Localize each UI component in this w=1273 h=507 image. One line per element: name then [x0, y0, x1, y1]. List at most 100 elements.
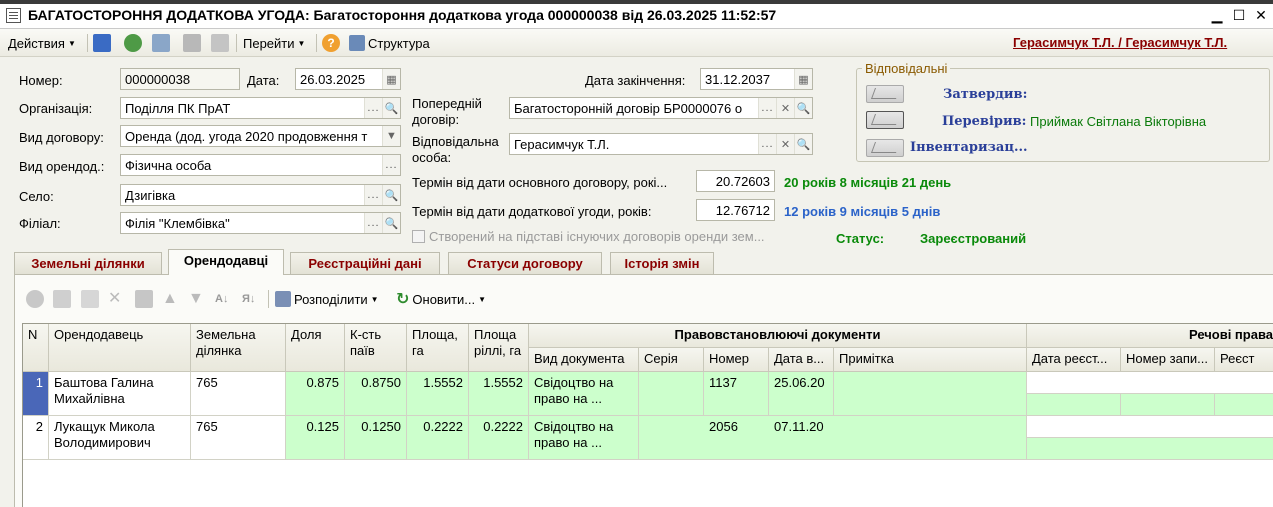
column-header-note[interactable]: Примітка — [834, 348, 1027, 372]
column-header-reg-date[interactable]: Дата реєст... — [1027, 348, 1121, 372]
table-row-number[interactable]: 2 — [23, 416, 49, 460]
column-header-series[interactable]: Серія — [639, 348, 704, 372]
table-cell-doc-type[interactable]: Свідоцтво на право на ... — [529, 416, 639, 460]
reread-button[interactable] — [124, 34, 142, 52]
minimize-button[interactable]: ▁ — [1206, 4, 1228, 26]
search-icon[interactable]: 🔍 — [382, 98, 400, 118]
select-ellipsis-icon[interactable]: ... — [758, 134, 776, 154]
goto-menu[interactable]: Перейти ▼ — [243, 34, 305, 52]
table-cell-lessor[interactable]: Лукащук Микола Володимирович — [49, 416, 191, 460]
search-icon[interactable]: 🔍 — [794, 98, 812, 118]
table-row-number[interactable]: 1 — [23, 372, 49, 416]
column-header-shares-count[interactable]: К-сть паїв — [345, 324, 407, 372]
column-header-plot[interactable]: Земельна ділянка — [191, 324, 286, 372]
column-header-lessor[interactable]: Орендодавець — [49, 324, 191, 372]
checkbox-box[interactable] — [412, 230, 425, 243]
column-header-registry[interactable]: Реєст — [1215, 348, 1273, 372]
copy-button[interactable] — [152, 34, 170, 52]
tab-registration-data[interactable]: Реєстраційні дані — [290, 252, 440, 274]
column-header-date-issued[interactable]: Дата в... — [769, 348, 834, 372]
search-icon[interactable]: 🔍 — [382, 213, 400, 233]
refresh-button[interactable]: ↻ Оновити... ▼ — [396, 290, 486, 308]
table-cell-series[interactable] — [639, 372, 704, 416]
table-cell-number[interactable]: 2056 — [704, 416, 769, 460]
village-field[interactable]: Дзигівка ... 🔍 — [120, 184, 401, 206]
created-from-existing-checkbox[interactable]: Створений на підставі існуючих договорів… — [412, 229, 765, 244]
edit-icon[interactable] — [81, 290, 99, 308]
branch-field[interactable]: Філія "Клембівка" ... 🔍 — [120, 212, 401, 234]
distribute-button[interactable]: Розподілити ▼ — [275, 290, 379, 308]
add-icon[interactable] — [26, 290, 44, 308]
search-icon[interactable]: 🔍 — [382, 185, 400, 205]
table-cell-rights-empty[interactable] — [1027, 416, 1273, 438]
select-ellipsis-icon[interactable]: ... — [364, 185, 382, 205]
select-ellipsis-icon[interactable]: ... — [382, 155, 400, 175]
column-header-share[interactable]: Доля — [286, 324, 345, 372]
table-cell-number[interactable]: 1137 — [704, 372, 769, 416]
unpost-button[interactable] — [211, 34, 229, 52]
calendar-icon[interactable]: ▦ — [382, 69, 400, 89]
term-main-field[interactable]: 20.72603 — [696, 170, 775, 192]
help-button[interactable]: ? — [322, 34, 340, 52]
table-cell-reg-date[interactable] — [1027, 394, 1121, 416]
post-button[interactable] — [183, 34, 201, 52]
envelope-icon[interactable] — [866, 85, 904, 103]
move-up-icon[interactable]: ▲ — [162, 290, 180, 308]
column-header-n[interactable]: N — [23, 324, 49, 372]
table-cell-arable-area[interactable]: 1.5552 — [469, 372, 529, 416]
select-ellipsis-icon[interactable]: ... — [364, 213, 382, 233]
table-cell-rights-empty[interactable] — [1027, 372, 1273, 394]
responsible-person-field[interactable]: Герасимчук Т.Л. ... ✕ 🔍 — [509, 133, 813, 155]
column-header-record-number[interactable]: Номер запи... — [1121, 348, 1215, 372]
sort-asc-icon[interactable]: A↓ — [215, 290, 233, 308]
table-cell-note[interactable] — [834, 372, 1027, 416]
table-cell-shares-count[interactable]: 0.8750 — [345, 372, 407, 416]
tab-contract-statuses[interactable]: Статуси договору — [448, 252, 602, 274]
prev-contract-field[interactable]: Багатосторонній договір БР0000076 о ... … — [509, 97, 813, 119]
end-date-field[interactable]: 31.12.2037 ▦ — [700, 68, 813, 90]
table-cell-date-issued[interactable]: 25.06.20 — [769, 372, 834, 416]
column-header-area[interactable]: Площа, га — [407, 324, 469, 372]
delete-icon[interactable]: ✕ — [108, 290, 126, 308]
copy-row-icon[interactable] — [53, 290, 71, 308]
table-cell-share[interactable]: 0.875 — [286, 372, 345, 416]
clear-icon[interactable]: ✕ — [776, 98, 794, 118]
table-cell-rights-row[interactable] — [1027, 438, 1273, 460]
column-header-number[interactable]: Номер — [704, 348, 769, 372]
envelope-icon[interactable] — [866, 139, 904, 157]
term-add-field[interactable]: 12.76712 — [696, 199, 775, 221]
calendar-icon[interactable]: ▦ — [794, 69, 812, 89]
close-button[interactable]: ✕ — [1250, 4, 1272, 26]
table-cell-area[interactable]: 1.5552 — [407, 372, 469, 416]
table-cell-doc-type[interactable]: Свідоцтво на право на ... — [529, 372, 639, 416]
end-edit-icon[interactable] — [135, 290, 153, 308]
table-cell-note[interactable] — [834, 416, 1027, 460]
tab-land-plots[interactable]: Земельні ділянки — [14, 252, 162, 274]
table-cell-share[interactable]: 0.125 — [286, 416, 345, 460]
table-cell-record-number[interactable] — [1121, 394, 1215, 416]
table-cell-series[interactable] — [639, 416, 704, 460]
table-cell-lessor[interactable]: Баштова Галина Михайлівна — [49, 372, 191, 416]
table-cell-plot[interactable]: 765 — [191, 416, 286, 460]
table-cell-arable-area[interactable]: 0.2222 — [469, 416, 529, 460]
table-cell-date-issued[interactable]: 07.11.20 — [769, 416, 834, 460]
tab-change-history[interactable]: Історія змін — [610, 252, 714, 274]
actions-menu[interactable]: Действия ▼ — [8, 34, 76, 52]
table-cell-shares-count[interactable]: 0.1250 — [345, 416, 407, 460]
table-cell-registry[interactable] — [1215, 394, 1273, 416]
tab-lessors[interactable]: Орендодавці — [168, 249, 284, 275]
clear-icon[interactable]: ✕ — [776, 134, 794, 154]
move-down-icon[interactable]: ▼ — [188, 290, 206, 308]
chevron-down-icon[interactable]: ▼ — [382, 126, 400, 146]
sort-desc-icon[interactable]: Я↓ — [242, 290, 260, 308]
current-user-link[interactable]: Герасимчук Т.Л. / Герасимчук Т.Л. — [1013, 35, 1227, 50]
number-field[interactable]: 000000038 — [120, 68, 240, 90]
search-icon[interactable]: 🔍 — [794, 134, 812, 154]
table-cell-plot[interactable]: 765 — [191, 372, 286, 416]
organization-field[interactable]: Поділля ПК ПрАТ ... 🔍 — [120, 97, 401, 119]
structure-button[interactable]: Структура — [349, 34, 430, 52]
envelope-icon[interactable] — [866, 111, 904, 129]
post-and-close-button[interactable] — [93, 34, 111, 52]
contract-type-select[interactable]: Оренда (дод. угода 2020 продовження т ▼ — [120, 125, 401, 147]
column-header-arable-area[interactable]: Площа ріллі, га — [469, 324, 529, 372]
